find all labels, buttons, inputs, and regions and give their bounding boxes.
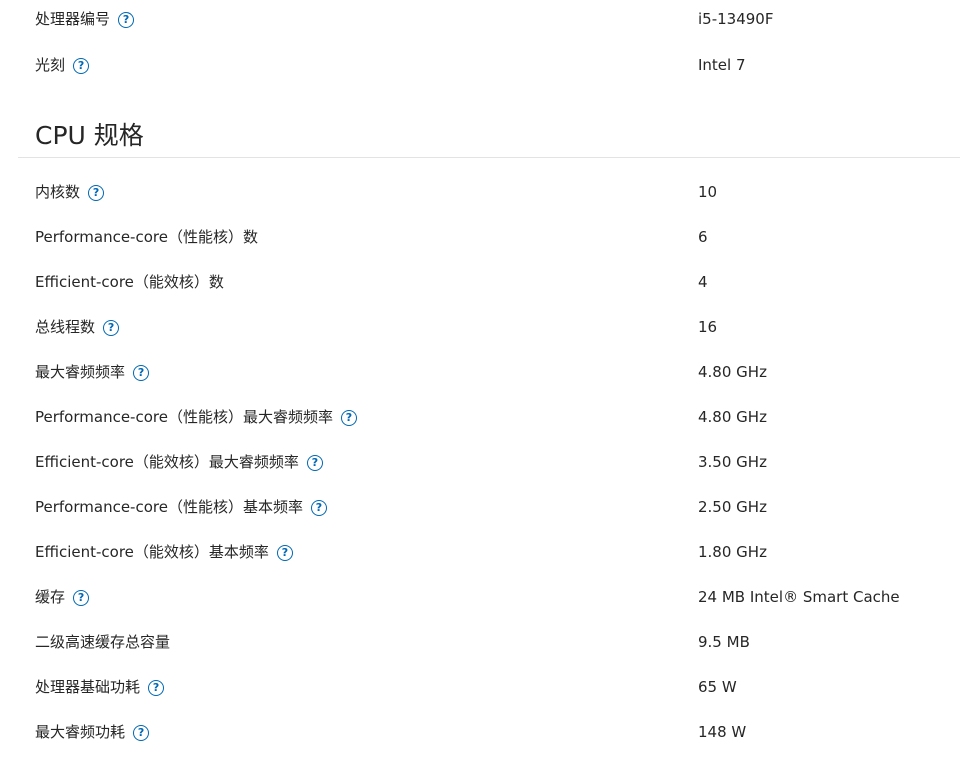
question-circle-icon[interactable]: ? (133, 725, 150, 741)
section-divider (18, 157, 960, 158)
question-circle-icon[interactable]: ? (103, 320, 120, 336)
spec-label: Performance-core（性能核）最大睿频频率? (35, 395, 357, 440)
spec-value: 10 (698, 183, 718, 201)
spec-value: Intel 7 (698, 56, 746, 74)
spec-value: i5-13490F (698, 10, 774, 28)
spec-row-processor-number: 处理器编号? i5-13490F (0, 0, 960, 42)
question-circle-icon[interactable]: ? (148, 680, 165, 696)
question-circle-icon[interactable]: ? (88, 185, 105, 201)
question-circle-icon[interactable]: ? (118, 12, 135, 28)
spec-value: 3.50 GHz (698, 453, 767, 471)
question-circle-icon[interactable]: ? (73, 58, 90, 74)
question-circle-icon[interactable]: ? (340, 410, 357, 426)
question-circle-icon[interactable]: ? (73, 590, 90, 606)
spec-label: 内核数? (35, 170, 105, 215)
section-title: CPU 规格 (35, 121, 144, 150)
question-circle-icon[interactable]: ? (133, 365, 150, 381)
spec-label: Efficient-core（能效核）基本频率? (35, 530, 293, 575)
spec-row-e-core-max-turbo: Efficient-core（能效核）最大睿频频率? 3.50 GHz (0, 440, 960, 485)
spec-label: Efficient-core（能效核）最大睿频频率? (35, 440, 323, 485)
spec-label: 处理器基础功耗? (35, 665, 165, 710)
spec-row-cache: 缓存? 24 MB Intel® Smart Cache (0, 575, 960, 620)
spec-row-max-turbo: 最大睿频频率? 4.80 GHz (0, 350, 960, 395)
spec-row-cores: 内核数? 10 (0, 170, 960, 215)
spec-label: Efficient-core（能效核）数 (35, 273, 224, 291)
spec-label: Performance-core（性能核）基本频率? (35, 485, 327, 530)
question-circle-icon[interactable]: ? (306, 455, 323, 471)
spec-value: 16 (698, 318, 718, 336)
spec-label: Performance-core（性能核）数 (35, 228, 258, 246)
spec-value: 4.80 GHz (698, 363, 767, 381)
spec-row-base-power: 处理器基础功耗? 65 W (0, 665, 960, 710)
spec-label: 最大睿频功耗? (35, 710, 150, 755)
spec-value: 9.5 MB (698, 633, 750, 651)
spec-label: 最大睿频频率? (35, 350, 150, 395)
spec-value: 2.50 GHz (698, 498, 767, 516)
spec-label: 二级高速缓存总容量 (35, 633, 171, 651)
spec-value: 148 W (698, 723, 747, 741)
spec-row-e-cores: Efficient-core（能效核）数 4 (0, 260, 960, 305)
spec-value: 24 MB Intel® Smart Cache (698, 588, 900, 606)
spec-row-l2-cache: 二级高速缓存总容量 9.5 MB (0, 620, 960, 665)
question-circle-icon[interactable]: ? (310, 500, 327, 516)
spec-row-threads: 总线程数? 16 (0, 305, 960, 350)
spec-label: 处理器编号? (35, 0, 135, 42)
spec-row-max-turbo-power: 最大睿频功耗? 148 W (0, 710, 960, 755)
spec-value: 4.80 GHz (698, 408, 767, 426)
spec-row-p-cores: Performance-core（性能核）数 6 (0, 215, 960, 260)
spec-row-p-core-max-turbo: Performance-core（性能核）最大睿频频率? 4.80 GHz (0, 395, 960, 440)
question-circle-icon[interactable]: ? (276, 545, 293, 561)
spec-value: 6 (698, 228, 708, 246)
spec-value: 1.80 GHz (698, 543, 767, 561)
spec-row-e-core-base: Efficient-core（能效核）基本频率? 1.80 GHz (0, 530, 960, 575)
spec-label: 光刻? (35, 43, 90, 88)
spec-row-p-core-base: Performance-core（性能核）基本频率? 2.50 GHz (0, 485, 960, 530)
spec-row-lithography: 光刻? Intel 7 (0, 43, 960, 88)
spec-value: 65 W (698, 678, 737, 696)
spec-value: 4 (698, 273, 708, 291)
spec-label: 总线程数? (35, 305, 120, 350)
spec-label: 缓存? (35, 575, 90, 620)
